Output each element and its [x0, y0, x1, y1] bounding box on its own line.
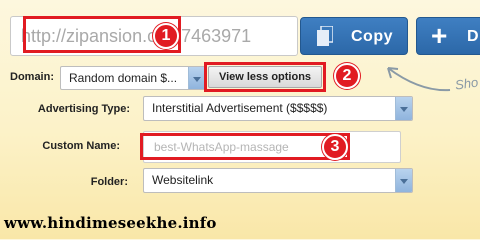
annotation-box-3 — [140, 133, 350, 160]
advertising-type-value: Interstitial Advertisement ($$$$$) — [152, 101, 328, 115]
domain-label: Domain: — [10, 71, 54, 83]
hint-text: Sho — [454, 74, 480, 93]
folder-select[interactable]: Websitelink — [143, 168, 413, 193]
chevron-down-icon — [188, 67, 205, 89]
folder-select-value: Websitelink — [152, 173, 214, 187]
domain-select-value: Random domain $... — [69, 71, 178, 85]
advertising-type-select[interactable]: Interstitial Advertisement ($$$$$) — [143, 96, 413, 121]
annotation-badge-2: 2 — [334, 63, 360, 89]
chevron-down-icon — [395, 97, 412, 120]
annotation-badge-3: 3 — [322, 134, 348, 160]
copy-button-label: Copy — [351, 28, 393, 45]
add-button-label: D — [467, 28, 479, 45]
advertising-type-label: Advertising Type: — [37, 103, 130, 115]
copy-button[interactable]: Copy — [300, 17, 408, 55]
folder-label: Folder: — [90, 176, 128, 188]
copy-icon — [317, 26, 333, 46]
domain-select[interactable]: Random domain $... — [60, 66, 206, 90]
chevron-down-icon — [395, 169, 412, 192]
plus-icon: + — [431, 20, 448, 51]
custom-name-label: Custom Name: — [42, 140, 120, 152]
curved-arrow-icon — [387, 67, 451, 92]
add-button[interactable]: + D — [416, 17, 480, 55]
annotation-box-2 — [204, 62, 326, 92]
annotation-badge-1: 1 — [153, 23, 179, 49]
watermark-text: www.hindimeseekhe.info — [4, 214, 217, 232]
